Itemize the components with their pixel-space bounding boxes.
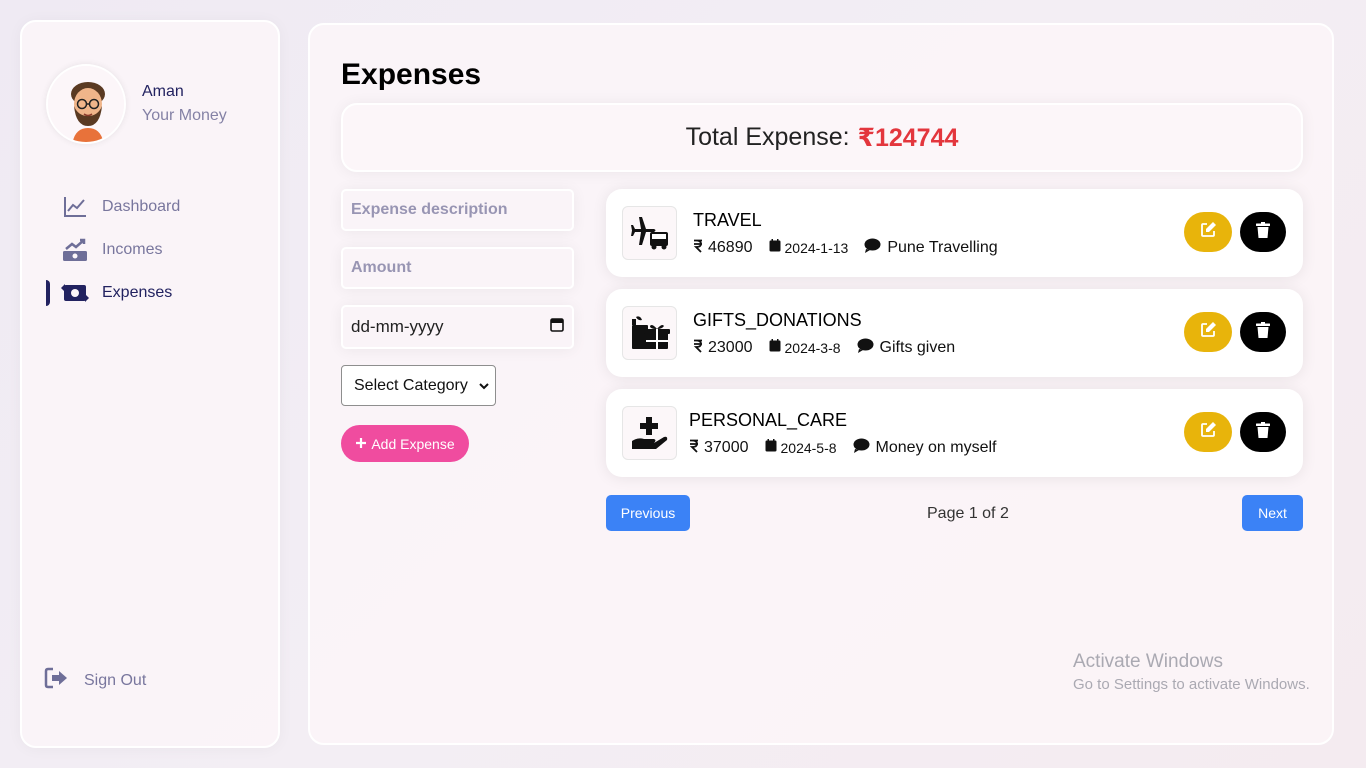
expense-item: TRAVEL 46890 2024-1-13 Pune Travelling: [606, 189, 1303, 277]
page-info: Page 1 of 2: [927, 505, 1009, 522]
edit-icon: [1200, 321, 1217, 343]
nav-item-incomes[interactable]: Incomes: [46, 235, 246, 265]
date-placeholder: dd-mm-yyyy: [351, 317, 444, 336]
watermark-title: Activate Windows: [1073, 651, 1223, 672]
nav-label-expenses: Expenses: [102, 284, 173, 301]
trash-icon: [1256, 221, 1270, 243]
calendar-icon: [769, 339, 781, 357]
nav-item-expenses[interactable]: Expenses: [46, 278, 246, 308]
calendar-icon[interactable]: [550, 317, 564, 337]
add-expense-label: Add Expense: [371, 435, 455, 452]
page-title: Expenses: [341, 58, 482, 91]
amount-placeholder: Amount: [351, 259, 412, 276]
user-name: Aman: [142, 83, 184, 100]
rupee-icon: [693, 339, 703, 358]
comment-icon: [857, 338, 874, 358]
expense-title: PERSONAL_CARE: [689, 410, 848, 430]
nav-label-dashboard: Dashboard: [102, 198, 181, 215]
watermark-subtitle: Go to Settings to activate Windows.: [1073, 676, 1310, 693]
nav-item-dashboard[interactable]: Dashboard: [46, 192, 246, 222]
delete-button[interactable]: [1240, 312, 1286, 352]
previous-button[interactable]: Previous: [606, 495, 690, 531]
expense-meta: 46890 2024-1-13 Pune Travelling: [693, 238, 998, 258]
rupee-icon: [693, 239, 703, 258]
comment-icon: [853, 438, 870, 458]
user-subtitle: Your Money: [142, 107, 227, 124]
date-input[interactable]: dd-mm-yyyy: [341, 305, 574, 349]
expense-title: TRAVEL: [693, 210, 762, 230]
description-placeholder: Expense description: [351, 201, 508, 218]
travel-icon: [622, 206, 677, 260]
expense-meta: 37000 2024-5-8 Money on myself: [689, 438, 996, 458]
expense-title: GIFTS_DONATIONS: [693, 310, 862, 330]
expense-amount: 46890: [708, 239, 753, 256]
money-bill-transfer-icon: [60, 280, 90, 306]
comment-icon: [864, 238, 881, 258]
chart-line-icon: [60, 194, 90, 220]
plus-icon: [355, 436, 367, 452]
gifts-icon: [622, 306, 677, 360]
sidebar: Aman Your Money Dashboard Incomes Expens…: [20, 20, 280, 748]
avatar: [46, 64, 126, 144]
sign-out-label: Sign Out: [84, 671, 147, 689]
expense-item: PERSONAL_CARE 37000 2024-5-8 Money on my…: [606, 389, 1303, 477]
rupee-icon: [689, 439, 699, 458]
windows-activation-watermark: Activate Windows Go to Settings to activ…: [1073, 651, 1310, 693]
expense-date: 2024-1-13: [784, 240, 849, 256]
delete-button[interactable]: [1240, 212, 1286, 252]
edit-icon: [1200, 421, 1217, 443]
edit-button[interactable]: [1184, 312, 1232, 352]
total-expense-label: Total Expense:: [685, 123, 850, 151]
expense-description: Money on myself: [875, 439, 997, 456]
expense-item: GIFTS_DONATIONS 23000 2024-3-8 Gifts giv…: [606, 289, 1303, 377]
money-growth-icon: [60, 237, 90, 263]
hand-holding-medical-icon: [622, 406, 677, 460]
total-expense-value: ₹124744: [857, 123, 959, 152]
category-select[interactable]: Select Category: [341, 365, 496, 406]
expense-description: Gifts given: [879, 339, 956, 356]
expense-date: 2024-5-8: [780, 440, 837, 456]
calendar-icon: [769, 239, 781, 257]
trash-icon: [1256, 421, 1270, 443]
expense-meta: 23000 2024-3-8 Gifts given: [693, 338, 955, 358]
edit-icon: [1200, 221, 1217, 243]
edit-button[interactable]: [1184, 412, 1232, 452]
trash-icon: [1256, 321, 1270, 343]
nav-label-incomes: Incomes: [102, 241, 163, 258]
chevron-down-icon: [479, 377, 489, 395]
sign-out-icon: [44, 667, 70, 694]
delete-button[interactable]: [1240, 412, 1286, 452]
category-selected: Select Category: [354, 376, 468, 394]
edit-button[interactable]: [1184, 212, 1232, 252]
next-button[interactable]: Next: [1242, 495, 1303, 531]
total-expense-card: Total Expense: ₹124744: [341, 103, 1303, 172]
expense-amount: 37000: [704, 439, 749, 456]
sign-out-button[interactable]: Sign Out: [44, 667, 146, 694]
amount-input[interactable]: Amount: [341, 247, 574, 289]
expense-description: Pune Travelling: [887, 239, 998, 256]
main-content: Expenses Total Expense: ₹124744 Expense …: [308, 23, 1334, 745]
expense-date: 2024-3-8: [784, 340, 841, 356]
add-expense-button[interactable]: Add Expense: [341, 425, 469, 462]
expense-description-input[interactable]: Expense description: [341, 189, 574, 231]
expense-amount: 23000: [708, 339, 753, 356]
calendar-icon: [765, 439, 777, 457]
